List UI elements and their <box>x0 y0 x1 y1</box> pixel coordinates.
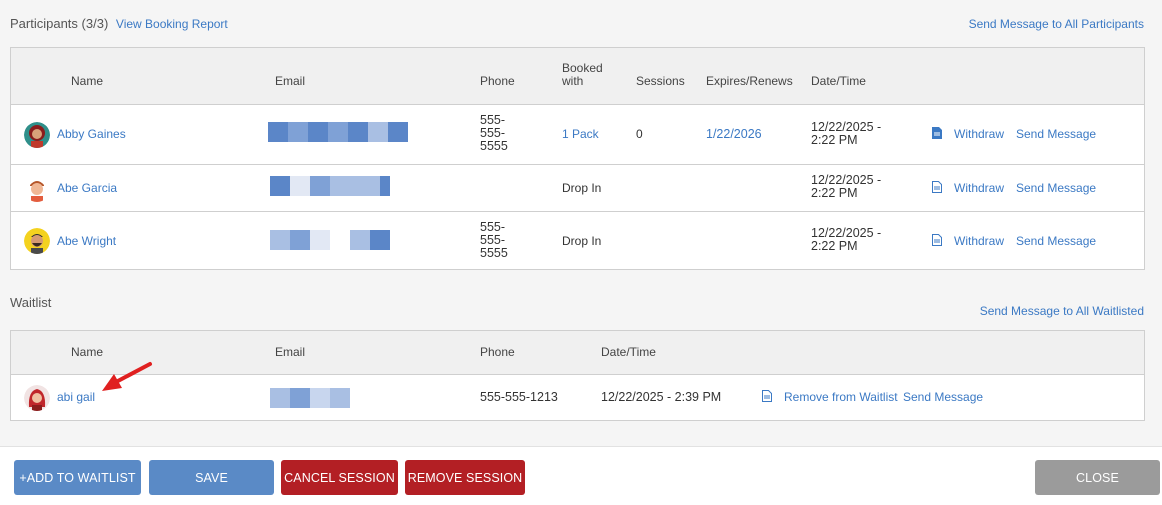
close-button[interactable]: CLOSE <box>1035 460 1160 495</box>
participant-name-link[interactable]: Abe Wright <box>57 234 116 248</box>
withdraw-link[interactable]: Withdraw <box>954 234 1004 248</box>
email-redacted <box>270 388 370 408</box>
send-message-link[interactable]: Send Message <box>1016 127 1096 141</box>
view-booking-report-link[interactable]: View Booking Report <box>116 17 228 31</box>
withdraw-link[interactable]: Withdraw <box>954 181 1004 195</box>
save-button[interactable]: SAVE <box>149 460 274 495</box>
footer-bar: +ADD TO WAITLIST SAVE CANCEL SESSION REM… <box>0 446 1162 505</box>
waitlist-title: Waitlist <box>10 295 52 310</box>
send-message-link[interactable]: Send Message <box>1016 181 1096 195</box>
remove-session-button[interactable]: REMOVE SESSION <box>405 460 525 495</box>
participant-phone: 555- 555- 5555 <box>480 113 508 153</box>
col-phone: Phone <box>480 345 515 359</box>
col-sessions: Sessions <box>636 74 685 88</box>
sessions-value: 0 <box>636 127 643 141</box>
participant-datetime: 12/22/2025 - 2:22 PM <box>811 226 882 253</box>
waitlist-datetime: 12/22/2025 - 2:39 PM <box>601 390 722 404</box>
waitlist-heading: Waitlist <box>10 295 51 310</box>
participants-table: Name Email Phone Booked with Sessions Ex… <box>10 47 1145 270</box>
participant-phone: 555- 555- 5555 <box>480 220 508 260</box>
participants-heading: Participants (3/3) View Booking Report <box>10 16 228 31</box>
send-message-all-waitlisted-link[interactable]: Send Message to All Waitlisted <box>980 304 1144 318</box>
remove-from-waitlist-link[interactable]: Remove from Waitlist <box>784 390 898 404</box>
table-row: Abby Gaines 555- 555- 5555 1 Pack 0 1/22… <box>11 105 1144 165</box>
participant-datetime: 12/22/2025 - 2:22 PM <box>811 173 882 200</box>
expires-link[interactable]: 1/22/2026 <box>706 127 762 141</box>
add-to-waitlist-button[interactable]: +ADD TO WAITLIST <box>14 460 141 495</box>
email-redacted <box>270 230 390 250</box>
cancel-session-button[interactable]: CANCEL SESSION <box>281 460 398 495</box>
document-icon[interactable] <box>762 390 772 402</box>
send-message-link[interactable]: Send Message <box>1016 234 1096 248</box>
booked-with-value: Drop In <box>562 181 602 195</box>
table-row: Abe Wright 555- 555- 5555 Drop In 12/22/… <box>11 212 1144 270</box>
waitlist-name-link[interactable]: abi gail <box>57 390 95 404</box>
send-message-link[interactable]: Send Message <box>903 390 983 404</box>
document-icon[interactable] <box>932 127 942 139</box>
participant-name-link[interactable]: Abby Gaines <box>57 127 126 141</box>
col-date-time: Date/Time <box>601 345 656 359</box>
col-phone: Phone <box>480 74 515 88</box>
col-name: Name <box>71 74 104 88</box>
email-redacted <box>270 176 390 196</box>
col-booked-with-line2: with <box>562 74 584 88</box>
col-date-time: Date/Time <box>811 74 866 88</box>
col-name: Name <box>71 345 104 359</box>
col-email: Email <box>275 345 306 359</box>
participant-name-link[interactable]: Abe Garcia <box>57 181 117 195</box>
email-redacted <box>268 122 408 142</box>
avatar <box>24 122 50 148</box>
table-row: Abe Garcia Drop In 12/22/2025 - 2:22 PM … <box>11 165 1144 212</box>
table-row: abi gail 555-555-1213 12/22/2025 - 2:39 … <box>11 375 1144 421</box>
participants-count: (3/3) <box>81 16 109 31</box>
waitlist-table-header: Name Email Phone Date/Time <box>11 331 1144 375</box>
annotation-arrow-icon <box>102 362 152 391</box>
avatar <box>24 176 50 202</box>
col-email: Email <box>275 74 306 88</box>
waitlist-table: Name Email Phone Date/Time abi gail 555-… <box>10 330 1145 421</box>
avatar <box>24 228 50 254</box>
waitlist-phone: 555-555-1213 <box>480 390 558 404</box>
send-message-all-participants-link[interactable]: Send Message to All Participants <box>969 17 1144 31</box>
withdraw-link[interactable]: Withdraw <box>954 127 1004 141</box>
booked-with-link[interactable]: 1 Pack <box>562 127 599 141</box>
document-icon[interactable] <box>932 181 942 193</box>
avatar <box>24 385 50 411</box>
participant-datetime: 12/22/2025 - 2:22 PM <box>811 120 882 147</box>
participants-table-header: Name Email Phone Booked with Sessions Ex… <box>11 48 1144 105</box>
document-icon[interactable] <box>932 234 942 246</box>
col-booked-with-line1: Booked <box>562 61 603 75</box>
participants-title: Participants <box>10 16 78 31</box>
col-expires-renews: Expires/Renews <box>706 74 793 88</box>
booked-with-value: Drop In <box>562 234 602 248</box>
